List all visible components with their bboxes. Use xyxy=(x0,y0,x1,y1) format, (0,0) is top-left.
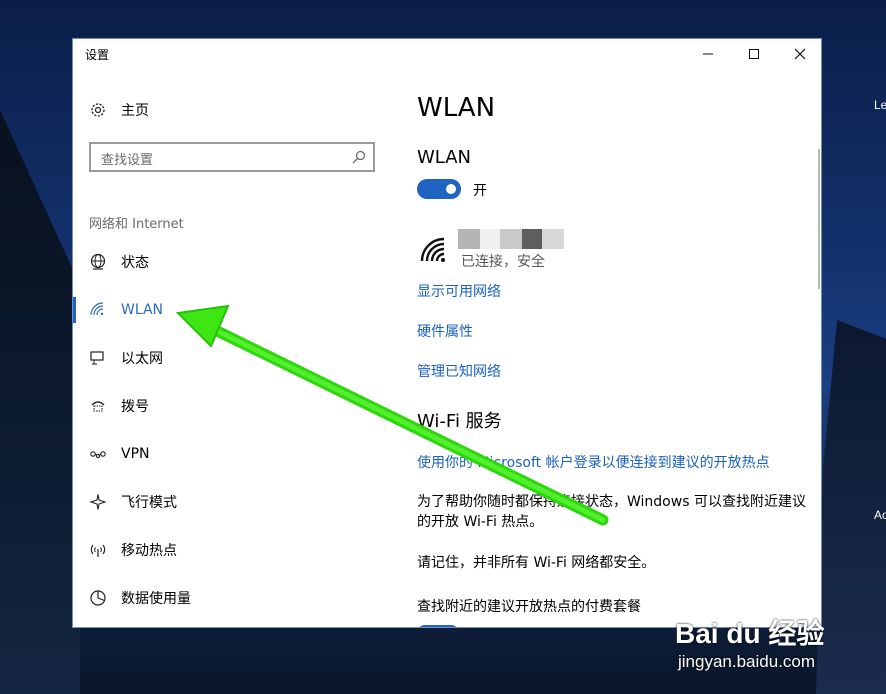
watermark-logo: Bai du 经验 xyxy=(675,618,825,649)
watermark-url: jingyan.baidu.com xyxy=(678,652,816,671)
baidu-watermark: Bai du 经验 jingyan.baidu.com xyxy=(675,612,825,671)
annotation-arrow xyxy=(175,304,609,526)
